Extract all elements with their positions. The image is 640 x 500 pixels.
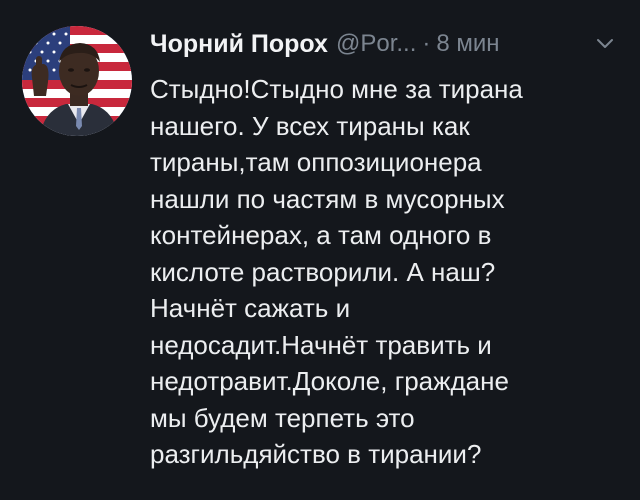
tweet-text-line: Стыдно!Стыдно мне за тирана <box>150 74 523 104</box>
tweet-text-line: тираны,там оппозиционера <box>150 147 482 177</box>
user-handle[interactable]: @Por... <box>336 30 416 58</box>
chevron-down-icon[interactable] <box>596 36 614 50</box>
tweet-header: Чорний Порох @Por... · 8 мин <box>150 26 500 62</box>
tweet-text-line: недотравит.Доколе, граждане <box>150 366 509 396</box>
tweet-text-line: контейнерах, а там одного в <box>150 220 492 250</box>
tweet-text-line: недосадит.Начнёт травить и <box>150 329 492 360</box>
timestamp[interactable]: 8 мин <box>436 30 499 58</box>
tweet: Чорний Порох @Por... · 8 мин Стыдно!Стыд… <box>0 0 640 500</box>
avatar[interactable] <box>22 26 132 136</box>
tweet-text-line: разгильдяйство в тирании? <box>150 439 482 469</box>
tweet-text-line: кислоте растворили. А наш? <box>150 256 496 287</box>
tweet-text-line: нашего. У всех тираны как <box>150 110 470 141</box>
tweet-text: Стыдно!Стыдно мне за тирана нашего. У вс… <box>150 71 620 473</box>
tweet-text-line: нашли по частям в мусорных <box>150 183 505 214</box>
display-name[interactable]: Чорний Порох <box>150 30 328 59</box>
separator-dot: · <box>422 30 431 57</box>
tweet-text-line: мы будем терпеть это <box>150 402 415 433</box>
tweet-text-line: Начнёт сажать и <box>150 293 351 323</box>
